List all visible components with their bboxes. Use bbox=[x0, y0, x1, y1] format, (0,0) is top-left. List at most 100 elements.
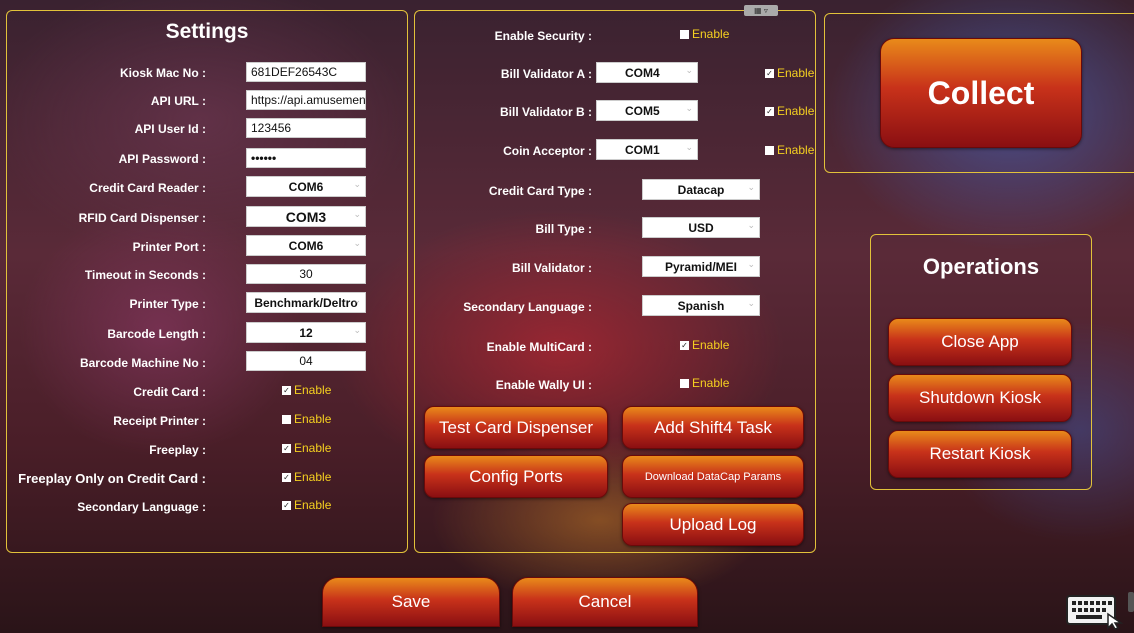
keyboard-icon[interactable] bbox=[1066, 594, 1128, 630]
config-ports-button[interactable]: Config Ports bbox=[424, 455, 608, 498]
bill-b-value: COM5 bbox=[625, 104, 660, 118]
api-url-input[interactable]: https://api.amusement bbox=[246, 90, 366, 110]
secondary-language-select[interactable]: Spanish ⌄ bbox=[642, 295, 760, 316]
receipt-printer-label: Receipt Printer : bbox=[113, 414, 206, 428]
chevron-down-icon: ⌄ bbox=[353, 209, 361, 219]
chevron-down-icon: ⌄ bbox=[353, 325, 361, 335]
enable-label: Enable bbox=[294, 383, 332, 397]
bill-b-checkbox[interactable]: ✓ Enable bbox=[765, 104, 814, 118]
enable-label: Enable bbox=[692, 376, 730, 390]
checkbox-box bbox=[680, 378, 689, 388]
coin-acceptor-value: COM1 bbox=[625, 143, 660, 157]
download-datacap-button[interactable]: Download DataCap Params bbox=[622, 455, 804, 498]
multicard-label: Enable MultiCard : bbox=[486, 340, 592, 354]
enable-security-checkbox[interactable]: Enable bbox=[680, 27, 729, 41]
checkbox-box: ✓ bbox=[282, 385, 291, 395]
barcode-length-label: Barcode Length : bbox=[107, 327, 206, 341]
cc-reader-label: Credit Card Reader : bbox=[89, 181, 206, 195]
secondary-language-value: Spanish bbox=[677, 299, 725, 313]
collect-button[interactable]: Collect bbox=[880, 38, 1082, 148]
enable-label: Enable bbox=[777, 66, 815, 80]
checkbox-box: ✓ bbox=[282, 443, 291, 453]
enable-label: Enable bbox=[777, 104, 815, 118]
bill-validator-label: Bill Validator : bbox=[511, 261, 592, 275]
bill-a-value: COM4 bbox=[625, 66, 660, 80]
bill-validator-value: Pyramid/MEI bbox=[664, 260, 738, 274]
shutdown-kiosk-button[interactable]: Shutdown Kiosk bbox=[888, 374, 1072, 422]
checkbox-box: ✓ bbox=[282, 500, 291, 510]
cc-type-select[interactable]: Datacap ⌄ bbox=[642, 179, 760, 200]
enable-label: Enable bbox=[294, 441, 332, 455]
close-app-button[interactable]: Close App bbox=[888, 318, 1072, 366]
wally-label: Enable Wally UI : bbox=[495, 378, 592, 392]
credit-card-label: Credit Card : bbox=[133, 385, 206, 399]
cancel-button[interactable]: Cancel bbox=[512, 577, 698, 627]
bill-type-value: USD bbox=[688, 221, 714, 235]
barcode-machine-label: Barcode Machine No : bbox=[79, 356, 206, 370]
chevron-down-icon: ⌄ bbox=[353, 238, 361, 248]
barcode-machine-input[interactable]: 04 bbox=[246, 351, 366, 371]
credit-card-checkbox[interactable]: ✓ Enable bbox=[282, 383, 331, 397]
bill-a-select[interactable]: COM4 ⌄ bbox=[596, 62, 698, 83]
cc-type-label: Credit Card Type : bbox=[488, 184, 592, 198]
api-password-label: API Password : bbox=[118, 152, 206, 166]
enable-label: Enable bbox=[294, 412, 332, 426]
api-password-input[interactable]: •••••• bbox=[246, 148, 366, 168]
multicard-checkbox[interactable]: ✓ Enable bbox=[680, 338, 729, 352]
kiosk-mac-input[interactable]: 681DEF26543C bbox=[246, 62, 366, 82]
chevron-down-icon: ⌄ bbox=[747, 220, 755, 230]
coin-acceptor-select[interactable]: COM1 ⌄ bbox=[596, 139, 698, 160]
window-grip[interactable]: ▦ ▿ bbox=[744, 5, 778, 16]
enable-label: Enable bbox=[294, 470, 332, 484]
enable-label: Enable bbox=[294, 498, 332, 512]
cc-type-value: Datacap bbox=[677, 183, 725, 197]
printer-port-select[interactable]: COM6 ⌄ bbox=[246, 235, 366, 256]
cc-reader-value: COM6 bbox=[288, 180, 324, 194]
api-user-label: API User Id : bbox=[134, 122, 206, 136]
freeplay-cc-checkbox[interactable]: ✓ Enable bbox=[282, 470, 331, 484]
secondary-language-checkbox[interactable]: ✓ Enable bbox=[282, 498, 331, 512]
add-shift4-task-button[interactable]: Add Shift4 Task bbox=[622, 406, 804, 449]
enable-security-label: Enable Security : bbox=[494, 29, 592, 43]
cc-reader-select[interactable]: COM6 ⌄ bbox=[246, 176, 366, 197]
bill-a-checkbox[interactable]: ✓ Enable bbox=[765, 66, 814, 80]
chevron-down-icon: ⌄ bbox=[747, 182, 755, 192]
enable-label: Enable bbox=[777, 143, 815, 157]
printer-port-value: COM6 bbox=[288, 239, 324, 253]
scrollbar-handle[interactable] bbox=[1128, 592, 1134, 612]
timeout-input[interactable]: 30 bbox=[246, 264, 366, 284]
coin-acceptor-checkbox[interactable]: Enable bbox=[765, 143, 814, 157]
enable-label: Enable bbox=[692, 27, 730, 41]
freeplay-cc-label: Freeplay Only on Credit Card : bbox=[18, 471, 206, 486]
checkbox-box: ✓ bbox=[282, 472, 291, 482]
test-card-dispenser-button[interactable]: Test Card Dispenser bbox=[424, 406, 608, 449]
settings-title: Settings bbox=[165, 20, 249, 43]
checkbox-box bbox=[765, 145, 774, 155]
printer-type-select[interactable]: Benchmark/Deltro ⌄ bbox=[246, 292, 366, 313]
wally-checkbox[interactable]: Enable bbox=[680, 376, 729, 390]
save-button[interactable]: Save bbox=[322, 577, 500, 627]
chevron-down-icon: ⌄ bbox=[747, 259, 755, 269]
enable-label: Enable bbox=[692, 338, 730, 352]
printer-type-value: Benchmark/Deltro bbox=[254, 296, 358, 310]
bill-type-select[interactable]: USD ⌄ bbox=[642, 217, 760, 238]
rfid-label: RFID Card Dispenser : bbox=[78, 211, 206, 225]
chevron-down-icon: ⌄ bbox=[685, 103, 693, 113]
receipt-printer-checkbox[interactable]: Enable bbox=[282, 412, 331, 426]
barcode-length-select[interactable]: 12 ⌄ bbox=[246, 322, 366, 343]
api-user-input[interactable]: 123456 bbox=[246, 118, 366, 138]
bill-b-select[interactable]: COM5 ⌄ bbox=[596, 100, 698, 121]
bill-type-label: Bill Type : bbox=[535, 222, 592, 236]
bill-b-label: Bill Validator B : bbox=[499, 105, 592, 119]
restart-kiosk-button[interactable]: Restart Kiosk bbox=[888, 430, 1072, 478]
chevron-down-icon: ⌄ bbox=[747, 298, 755, 308]
rfid-select[interactable]: COM3 ⌄ bbox=[246, 206, 366, 227]
secondary-language-hw-label: Secondary Language : bbox=[463, 300, 592, 314]
freeplay-checkbox[interactable]: ✓ Enable bbox=[282, 441, 331, 455]
barcode-length-value: 12 bbox=[299, 326, 313, 340]
kiosk-mac-label: Kiosk Mac No : bbox=[119, 66, 206, 80]
upload-log-button[interactable]: Upload Log bbox=[622, 503, 804, 546]
bill-validator-select[interactable]: Pyramid/MEI ⌄ bbox=[642, 256, 760, 277]
secondary-language-label: Secondary Language : bbox=[77, 500, 206, 514]
timeout-label: Timeout in Seconds : bbox=[84, 268, 206, 282]
